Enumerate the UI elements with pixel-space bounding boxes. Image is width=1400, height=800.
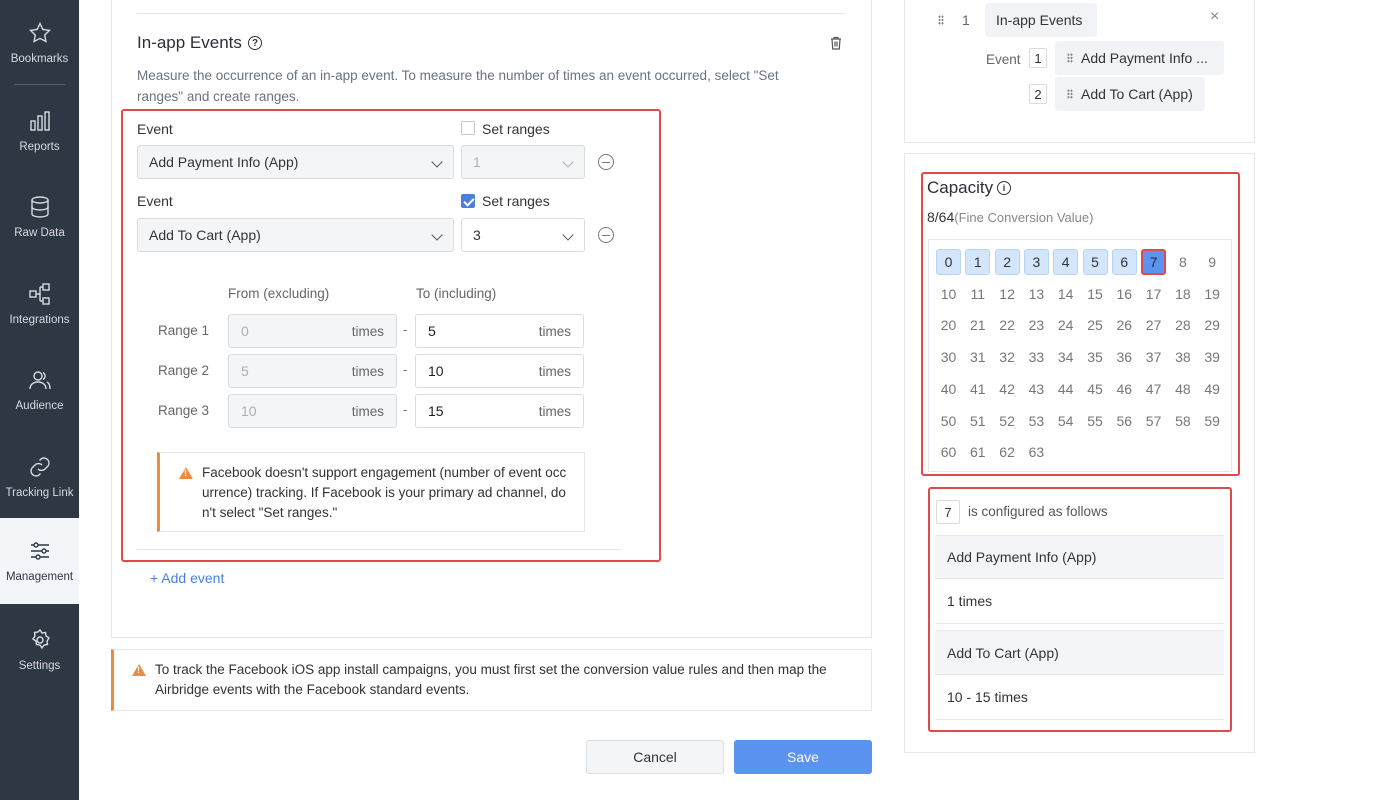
nav-reports[interactable]: Reports bbox=[0, 88, 79, 174]
nav-management[interactable]: Management bbox=[0, 518, 79, 604]
summary-event[interactable]: Add Payment Info ... bbox=[1055, 41, 1224, 75]
nav-label: Tracking Link bbox=[5, 487, 74, 499]
facebook-warning-text: To track the Facebook iOS app install ca… bbox=[155, 662, 827, 697]
event-number: 1 bbox=[1029, 48, 1047, 68]
sliders-icon bbox=[30, 542, 49, 560]
divider bbox=[14, 84, 65, 85]
highlight-box bbox=[921, 172, 1240, 476]
drag-handle-icon[interactable] bbox=[938, 15, 944, 25]
summary-event-name: Add To Cart (App) bbox=[1081, 86, 1193, 102]
gear-icon bbox=[31, 628, 50, 650]
highlight-box bbox=[121, 109, 661, 562]
nav-label: Settings bbox=[18, 660, 61, 672]
nav-tracking-link[interactable]: Tracking Link bbox=[0, 434, 79, 520]
summary-event[interactable]: Add To Cart (App) bbox=[1055, 77, 1205, 111]
highlight-box bbox=[928, 487, 1232, 732]
bar-chart-icon bbox=[29, 111, 50, 131]
nav-label: Management bbox=[5, 571, 74, 583]
close-icon[interactable]: × bbox=[1210, 8, 1219, 26]
divider bbox=[137, 13, 845, 14]
event-number: 2 bbox=[1029, 84, 1047, 104]
nav-label: Bookmarks bbox=[10, 53, 69, 65]
nav-raw-data[interactable]: Raw Data bbox=[0, 174, 79, 260]
star-icon bbox=[28, 21, 51, 43]
summary-name: In-app Events bbox=[985, 3, 1097, 37]
nav-label: Audience bbox=[15, 400, 64, 412]
integrations-icon bbox=[28, 283, 50, 305]
database-icon bbox=[30, 196, 49, 218]
section-description: Measure the occurrence of an in-app even… bbox=[137, 68, 779, 104]
nav-label: Integrations bbox=[9, 314, 70, 326]
drag-handle-icon bbox=[1067, 53, 1073, 63]
summary-index: 1 bbox=[962, 12, 970, 28]
cancel-button[interactable]: Cancel bbox=[586, 740, 724, 774]
trash-icon[interactable] bbox=[829, 36, 843, 50]
nav-label: Reports bbox=[19, 141, 60, 153]
nav-audience[interactable]: Audience bbox=[0, 347, 79, 433]
nav-bookmarks[interactable]: Bookmarks bbox=[0, 0, 79, 86]
warning-icon bbox=[132, 664, 146, 676]
summary-event-name: Add Payment Info ... bbox=[1081, 50, 1208, 66]
link-icon bbox=[29, 457, 50, 477]
nav-label: Raw Data bbox=[14, 227, 65, 239]
audience-icon bbox=[28, 371, 51, 390]
drag-handle-icon bbox=[1067, 89, 1073, 99]
save-button[interactable]: Save bbox=[734, 740, 872, 774]
summary-event-label: Event bbox=[986, 52, 1021, 67]
sidebar: Bookmarks Reports Raw Data Integrations … bbox=[0, 0, 79, 800]
nav-settings[interactable]: Settings bbox=[0, 607, 79, 693]
add-event-link[interactable]: + Add event bbox=[150, 570, 224, 586]
help-icon[interactable]: ? bbox=[248, 36, 262, 50]
section-title: In-app Events bbox=[137, 33, 242, 52]
nav-integrations[interactable]: Integrations bbox=[0, 261, 79, 347]
